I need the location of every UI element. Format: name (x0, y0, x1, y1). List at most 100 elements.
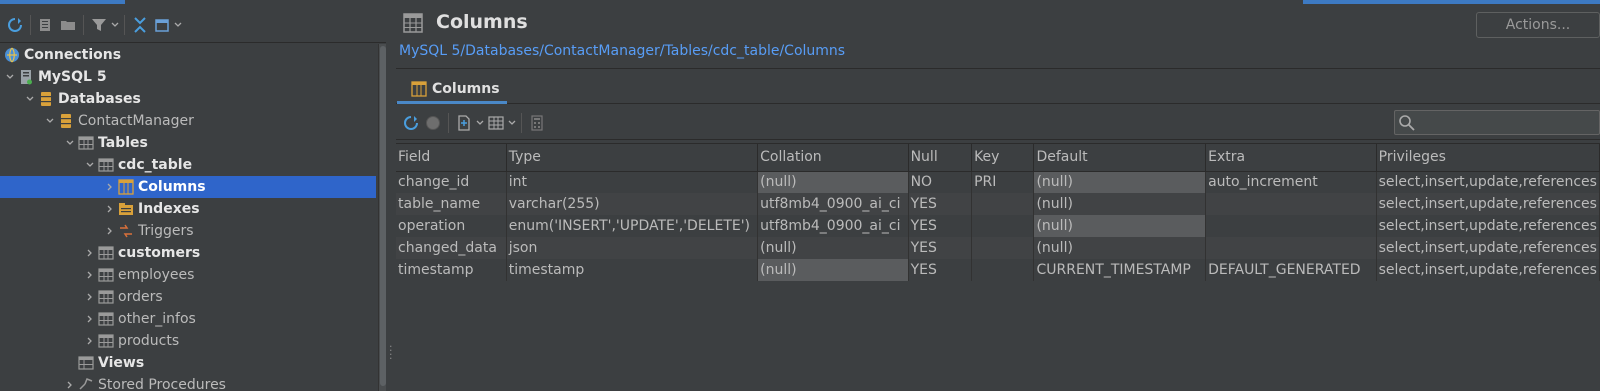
navigator-scrollbar[interactable] (378, 44, 386, 391)
table-cell-default[interactable]: (null) (1033, 215, 1207, 237)
table-cell-null[interactable]: YES (908, 237, 973, 259)
new-dropdown-arrow[interactable] (475, 111, 485, 135)
table-cell-default[interactable]: CURRENT_TIMESTAMP (1033, 259, 1207, 281)
column-header-field[interactable]: Field (396, 144, 507, 172)
calculator-button[interactable] (526, 111, 548, 135)
table-cell-type[interactable]: int (506, 171, 759, 193)
table-cell-field[interactable]: timestamp (396, 259, 507, 281)
tab-columns[interactable]: Columns (397, 73, 507, 104)
table-cell-privileges[interactable]: select,insert,update,references (1376, 259, 1600, 281)
column-header-default[interactable]: Default (1033, 144, 1207, 172)
column-header-collation[interactable]: Collation (757, 144, 909, 172)
tree-item-other-infos[interactable]: other_infos (0, 308, 384, 330)
table-cell-collation[interactable]: (null) (757, 237, 909, 259)
table-cell-collation[interactable]: (null) (757, 171, 909, 193)
tree-item-connections[interactable]: Connections (0, 44, 384, 66)
table-cell-extra[interactable] (1205, 215, 1377, 237)
chevron-down-icon[interactable] (22, 91, 38, 107)
tree-item-contactmanager[interactable]: ContactManager (0, 110, 384, 132)
chevron-down-icon[interactable] (42, 113, 58, 129)
table-row[interactable]: timestamp timestamp (null) YES CURRENT_TIMES… (396, 259, 1600, 281)
table-row[interactable]: change_id int (null) NO PRI (null) auto_increm… (396, 171, 1600, 193)
grid-view-button[interactable] (485, 111, 507, 135)
chevron-down-icon[interactable] (82, 157, 98, 173)
search-input[interactable] (1394, 110, 1600, 135)
table-cell-extra[interactable] (1205, 237, 1377, 259)
tree-item-columns[interactable]: Columns (0, 176, 376, 198)
refresh-button[interactable] (4, 13, 26, 37)
tree-item-mysql-5[interactable]: MySQL 5 (0, 66, 384, 88)
chevron-right-icon[interactable] (102, 201, 118, 217)
tree-item-cdc-table[interactable]: cdc_table (0, 154, 384, 176)
table-cell-privileges[interactable]: select,insert,update,references (1376, 171, 1600, 193)
chevron-right-icon[interactable] (82, 245, 98, 261)
tree-item-triggers[interactable]: Triggers (0, 220, 384, 242)
chevron-right-icon[interactable] (82, 289, 98, 305)
table-cell-null[interactable]: YES (908, 193, 973, 215)
breadcrumb[interactable]: MySQL 5/Databases/ContactManager/Tables/… (399, 43, 845, 59)
table-cell-type[interactable]: enum('INSERT','UPDATE','DELETE') (506, 215, 759, 237)
table-cell-extra[interactable] (1205, 193, 1377, 215)
filter-dropdown-arrow[interactable] (110, 13, 120, 37)
column-header-key[interactable]: Key (971, 144, 1035, 172)
table-cell-type[interactable]: varchar(255) (506, 193, 759, 215)
table-cell-type[interactable]: timestamp (506, 259, 759, 281)
table-cell-collation[interactable]: utf8mb4_0900_ai_ci (757, 215, 909, 237)
chevron-down-icon[interactable] (2, 69, 18, 85)
actions-button[interactable]: Actions... (1476, 12, 1600, 38)
table-cell-privileges[interactable]: select,insert,update,references (1376, 237, 1600, 259)
splitter-grip-icon[interactable]: · · · · (389, 341, 393, 364)
table-cell-field[interactable]: table_name (396, 193, 507, 215)
new-column-button[interactable] (453, 111, 475, 135)
refresh-grid-button[interactable] (400, 111, 422, 135)
chevron-right-icon[interactable] (82, 311, 98, 327)
table-cell-default[interactable]: (null) (1033, 237, 1207, 259)
table-cell-key[interactable]: PRI (971, 171, 1035, 193)
column-header-extra[interactable]: Extra (1205, 144, 1377, 172)
table-cell-default[interactable]: (null) (1033, 193, 1207, 215)
table-cell-type[interactable]: json (506, 237, 759, 259)
chevron-right-icon[interactable] (82, 267, 98, 283)
table-cell-key[interactable] (971, 193, 1035, 215)
column-header-type[interactable]: Type (506, 144, 759, 172)
table-cell-extra[interactable]: auto_increment (1205, 171, 1377, 193)
table-cell-field[interactable]: operation (396, 215, 507, 237)
table-cell-collation[interactable]: utf8mb4_0900_ai_ci (757, 193, 909, 215)
view-dropdown-arrow[interactable] (173, 13, 183, 37)
table-cell-null[interactable]: NO (908, 171, 973, 193)
chevron-right-icon[interactable] (82, 333, 98, 349)
table-row[interactable]: changed_data json (null) YES (null) select,in… (396, 237, 1600, 259)
chevron-right-icon[interactable] (102, 223, 118, 239)
table-cell-field[interactable]: changed_data (396, 237, 507, 259)
tree-item-indexes[interactable]: Indexes (0, 198, 384, 220)
tree-item-databases[interactable]: Databases (0, 88, 384, 110)
tree-item-tables[interactable]: Tables (0, 132, 384, 154)
column-header-null[interactable]: Null (908, 144, 973, 172)
table-row[interactable]: operation enum('INSERT','UPDATE','DELETE'… (396, 215, 1600, 237)
table-cell-field[interactable]: change_id (396, 171, 507, 193)
tree-item-orders[interactable]: orders (0, 286, 384, 308)
tree-item-employees[interactable]: employees (0, 264, 384, 286)
table-cell-default[interactable]: (null) (1033, 171, 1207, 193)
table-cell-null[interactable]: YES (908, 259, 973, 281)
chevron-right-icon[interactable] (102, 179, 118, 195)
tree-item-products[interactable]: products (0, 330, 384, 352)
column-header-privileges[interactable]: Privileges (1376, 144, 1600, 172)
table-cell-privileges[interactable]: select,insert,update,references (1376, 193, 1600, 215)
table-row[interactable]: table_name varchar(255) utf8mb4_0900_ai_ci… (396, 193, 1600, 215)
table-cell-key[interactable] (971, 237, 1035, 259)
tree-item-customers[interactable]: customers (0, 242, 384, 264)
configure-view-button[interactable] (151, 13, 173, 37)
filter-button[interactable] (88, 13, 110, 37)
tree-item-views[interactable]: Views (0, 352, 384, 374)
tree-item-stored-procedures[interactable]: Stored Procedures (0, 374, 384, 391)
chevron-down-icon[interactable] (62, 135, 78, 151)
panel-splitter[interactable]: · · · · (386, 0, 396, 391)
table-cell-collation[interactable]: (null) (757, 259, 909, 281)
open-folder-button[interactable] (57, 13, 79, 37)
table-cell-extra[interactable]: DEFAULT_GENERATED (1205, 259, 1377, 281)
table-cell-null[interactable]: YES (908, 215, 973, 237)
table-cell-privileges[interactable]: select,insert,update,references (1376, 215, 1600, 237)
chevron-right-icon[interactable] (62, 377, 78, 391)
grid-dropdown-arrow[interactable] (507, 111, 517, 135)
